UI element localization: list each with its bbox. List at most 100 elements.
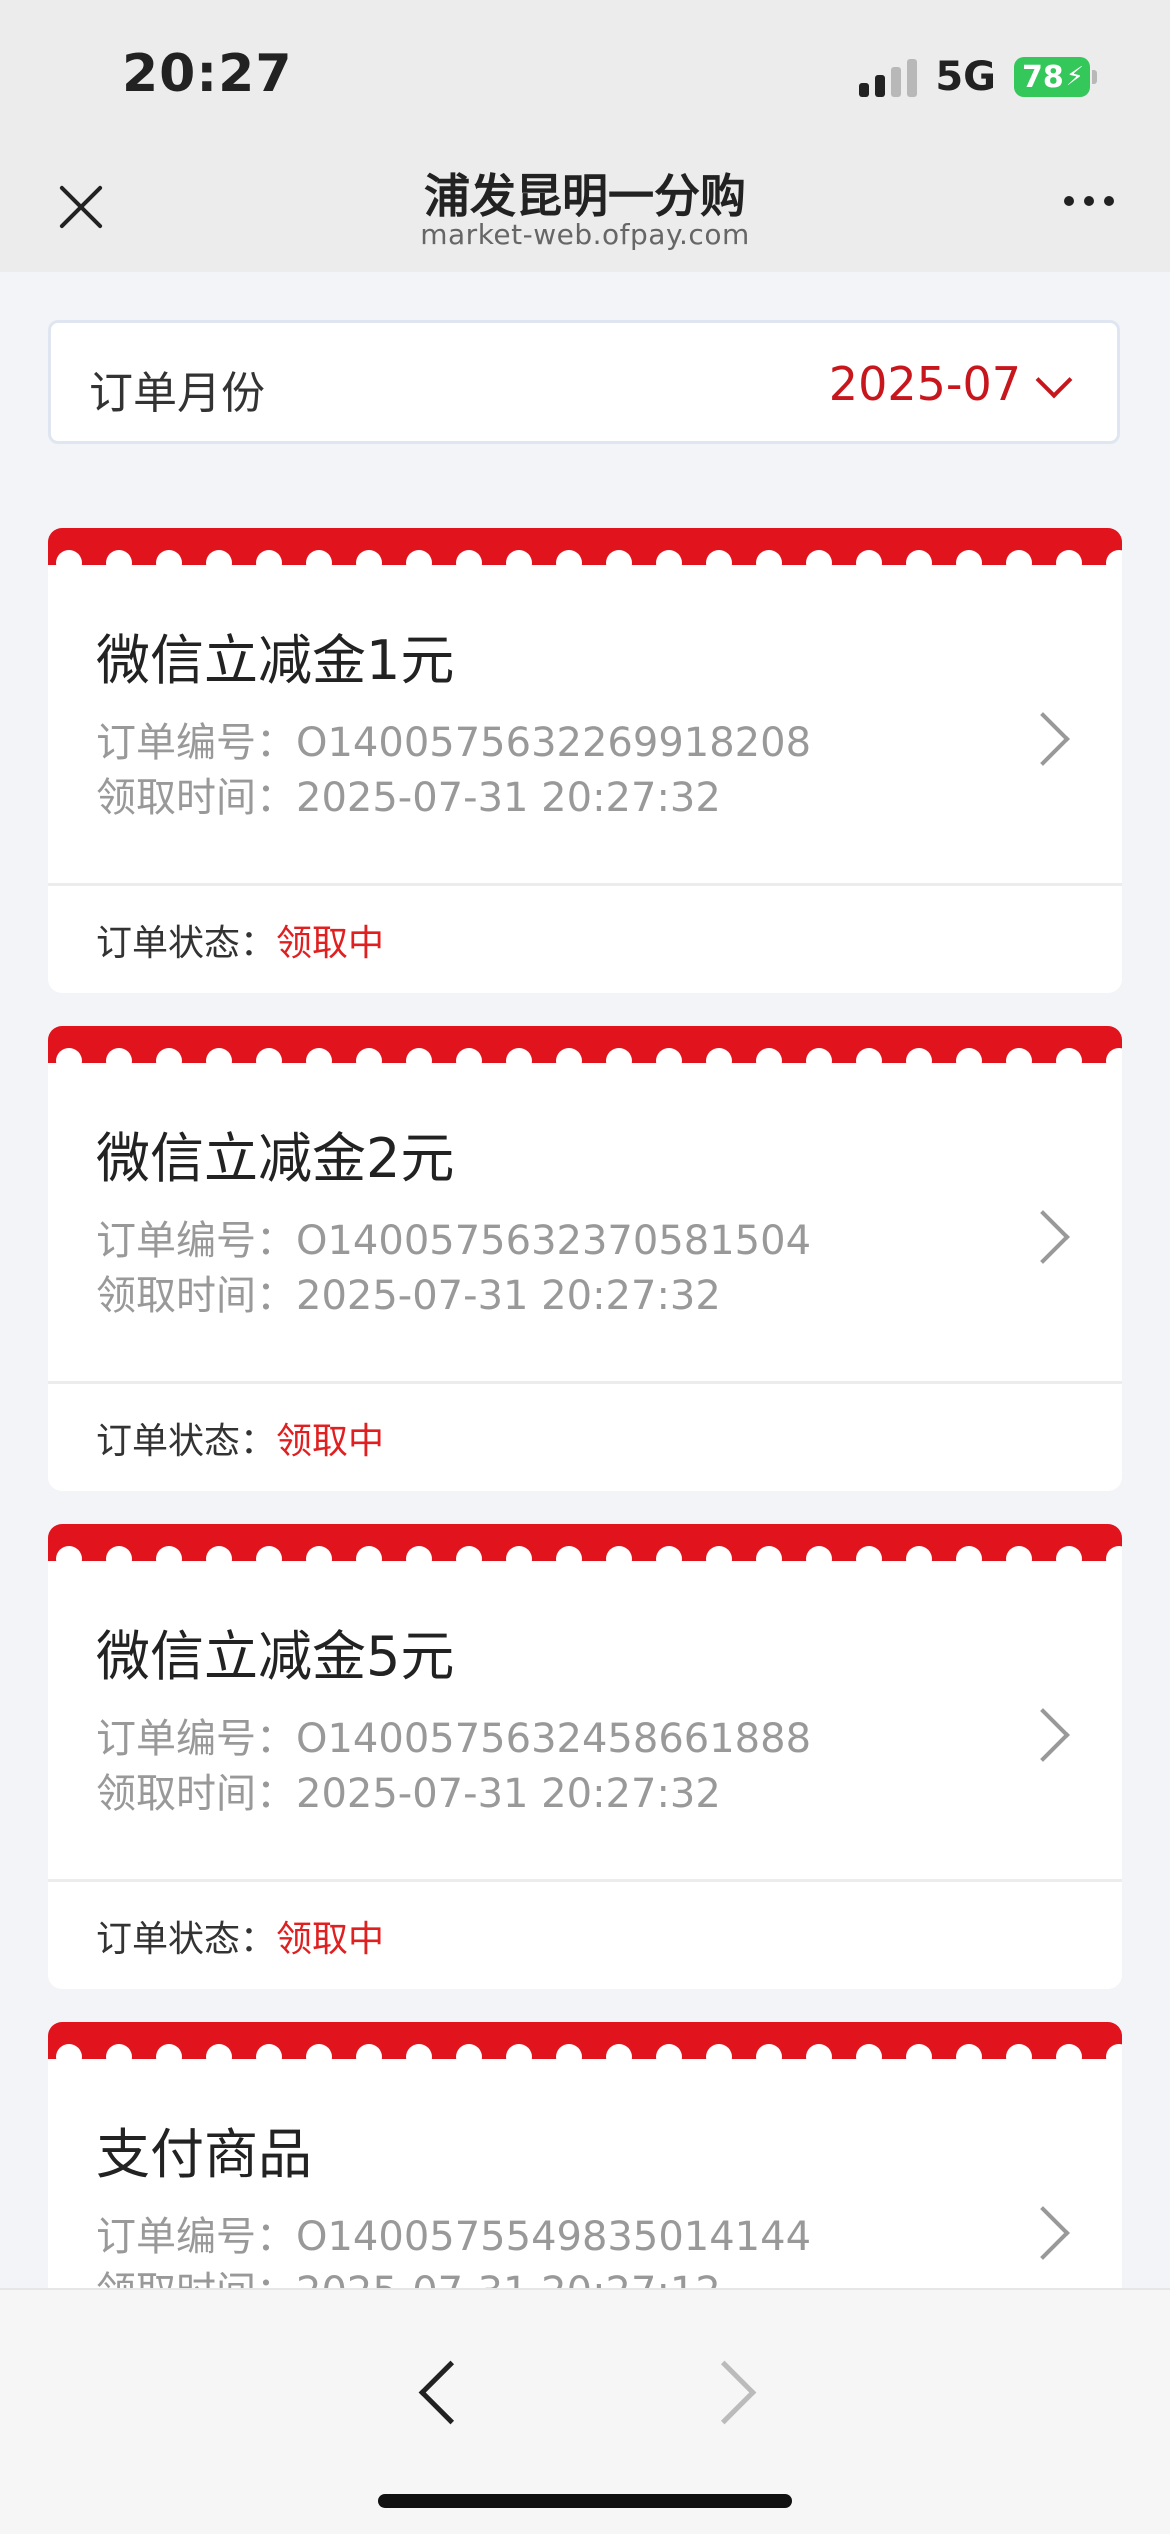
scallop-dot [1106,1048,1122,1074]
scallop-dot [856,550,882,576]
scallop-dot [806,550,832,576]
page-title: 浦发昆明一分购 [424,169,746,223]
order-number-value: O1400575549835014144 [296,2214,812,2260]
order-card[interactable]: 微信立减金1元 订单编号：O1400575632269918208 领取时间：2… [48,528,1122,993]
order-card[interactable]: 微信立减金5元 订单编号：O1400575632458661888 领取时间：2… [48,1524,1122,1989]
back-arrow-icon[interactable] [418,2360,483,2425]
scallop-dot [1056,2044,1082,2070]
scallop-dot [756,1048,782,1074]
cellular-signal-icon [859,57,918,97]
scallop-dot [206,550,232,576]
order-number-label: 订单编号： [96,720,296,766]
scallop-dot [456,550,482,576]
scallop-dot [56,2044,82,2070]
scallop-dot [256,1048,282,1074]
scallop-dot [506,2044,532,2070]
scallop-dot [306,2044,332,2070]
charging-bolt-icon: ⚡ [1065,62,1085,92]
scallop-dot [606,2044,632,2070]
scallop-dot [56,550,82,576]
scallop-dot [956,550,982,576]
ticket-scallop-edge [48,550,1122,580]
scallop-dot [56,1048,82,1074]
scallop-dot [556,2044,582,2070]
dot-icon [1064,196,1074,206]
scallop-dot [506,1048,532,1074]
claim-time-row: 领取时间：2025-07-31 20:27:32 [96,1761,721,1819]
scallop-dot [606,1048,632,1074]
order-status-label: 订单状态： [96,1421,277,1462]
scallop-dot [156,2044,182,2070]
scallop-dot [106,2044,132,2070]
order-status-label: 订单状态： [96,1919,277,1960]
scallop-dot [806,1048,832,1074]
top-bar: 20:27 5G 78 ⚡ 浦发昆明一分购 market-web.ofpay.co… [0,0,1170,272]
scallop-dot [356,550,382,576]
order-title: 微信立减金1元 [96,629,455,692]
scallop-dot [506,550,532,576]
scallop-dot [306,1546,332,1572]
scallop-dot [106,550,132,576]
scallop-dot [406,1048,432,1074]
scallop-dot [856,2044,882,2070]
claim-time-label: 领取时间： [96,775,296,821]
order-card[interactable]: 微信立减金2元 订单编号：O1400575632370581504 领取时间：2… [48,1026,1122,1491]
scallop-dot [1106,2044,1122,2070]
scallop-dot [156,1048,182,1074]
scallop-dot [906,550,932,576]
order-title: 支付商品 [96,2123,312,2186]
order-number-label: 订单编号： [96,2214,296,2260]
scallop-dot [1056,1546,1082,1572]
order-month-selector[interactable]: 订单月份 2025-07 [48,320,1120,444]
chevron-right-icon [1016,1708,1070,1762]
scallop-dot [656,2044,682,2070]
scallop-dot [706,1546,732,1572]
scallop-dot [856,1546,882,1572]
scallop-dot [656,1546,682,1572]
scallop-dot [306,1048,332,1074]
scallop-dot [706,1048,732,1074]
claim-time-label: 领取时间： [96,1273,296,1319]
scallop-dot [206,1048,232,1074]
scallop-dot [156,1546,182,1572]
order-number-label: 订单编号： [96,1218,296,1264]
bottom-toolbar [0,2288,1170,2534]
scallop-dot [756,2044,782,2070]
order-status-value: 领取中 [276,1421,385,1462]
scallop-dot [906,2044,932,2070]
scallop-dot [906,1546,932,1572]
scallop-dot [1106,550,1122,576]
scallop-dot [806,1546,832,1572]
scallop-dot [606,1546,632,1572]
claim-time-value: 2025-07-31 20:27:32 [296,1771,721,1817]
order-month-label: 订单月份 [89,368,265,419]
scallop-dot [206,1546,232,1572]
scallop-dot [656,550,682,576]
scallop-dot [906,1048,932,1074]
chevron-right-icon [1016,2206,1070,2260]
claim-time-value: 2025-07-31 20:27:32 [296,1273,721,1319]
scallop-dot [756,1546,782,1572]
order-number-row: 订单编号：O1400575632269918208 [96,710,811,768]
order-status-value: 领取中 [276,1919,385,1960]
more-options-button[interactable] [1064,196,1114,206]
scallop-dot [556,1048,582,1074]
scallop-dot [356,1048,382,1074]
order-status-label: 订单状态： [96,923,277,964]
chevron-right-icon [1016,1210,1070,1264]
scallop-dot [106,1048,132,1074]
scallop-dot [156,550,182,576]
scallop-dot [406,550,432,576]
status-indicators: 5G 78 ⚡ [859,54,1097,100]
scallop-dot [1006,550,1032,576]
scallop-dot [456,1546,482,1572]
forward-arrow-icon[interactable] [692,2360,757,2425]
dot-icon [1084,196,1094,206]
scallop-dot [956,1546,982,1572]
order-status-row: 订单状态：领取中 [96,914,384,966]
scallop-dot [1006,2044,1032,2070]
home-indicator [378,2494,792,2508]
battery-level: 78 [1022,59,1064,95]
order-number-row: 订单编号：O1400575549835014144 [96,2204,811,2262]
order-number-value: O1400575632458661888 [296,1716,812,1762]
